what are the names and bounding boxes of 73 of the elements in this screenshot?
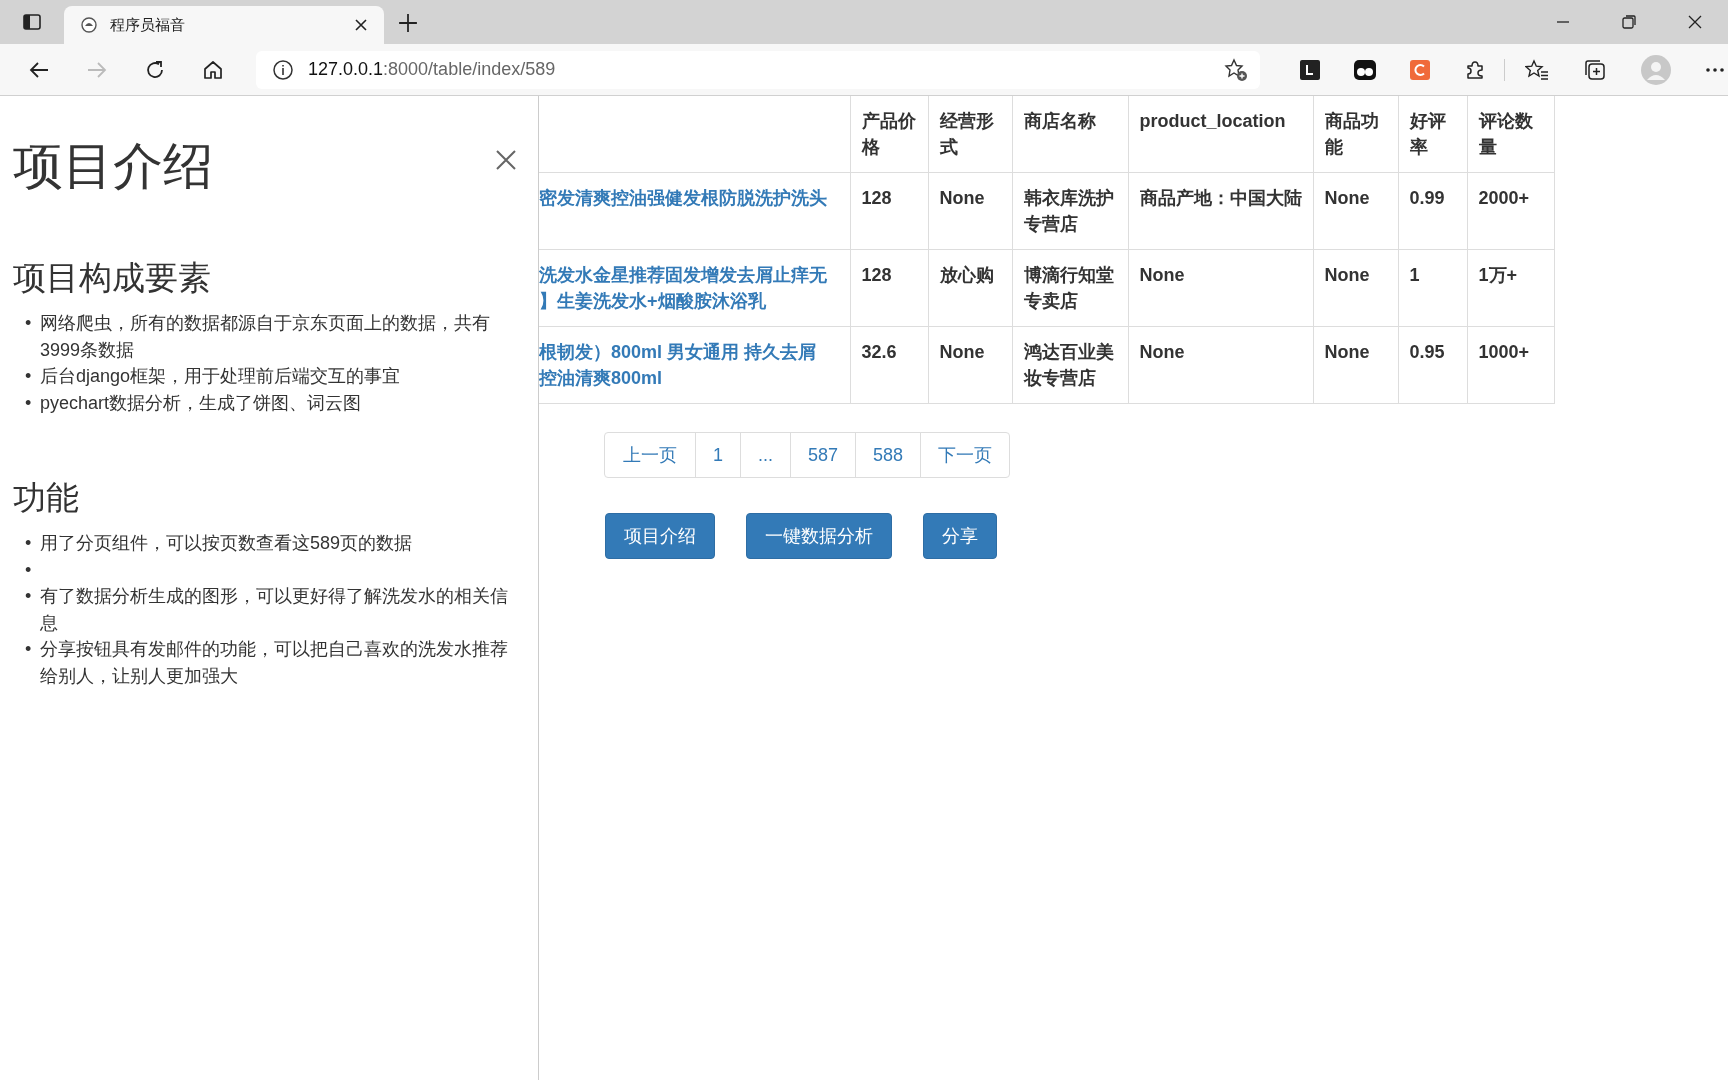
column-header: 好评率 xyxy=(1409,111,1446,157)
table-cell: None xyxy=(1324,342,1370,362)
table-cell: 0.99 xyxy=(1409,188,1445,208)
tab-actions-icon[interactable] xyxy=(22,12,42,32)
table-cell: 128 xyxy=(861,265,892,285)
favicon-icon xyxy=(80,16,98,34)
add-favorite-icon[interactable] xyxy=(1224,57,1248,82)
puzzle-icon[interactable] xyxy=(1464,58,1486,81)
close-icon[interactable] xyxy=(1688,15,1702,29)
bullet: • xyxy=(25,365,33,388)
table-cell: 博滴行知堂专卖店 xyxy=(1023,265,1114,311)
restore-icon[interactable] xyxy=(1622,15,1636,29)
column-header: 产品价格 xyxy=(861,111,916,157)
column-header: 商品功能 xyxy=(1324,111,1379,157)
page-link[interactable]: 上一页 xyxy=(604,432,696,478)
url-text: 127.0.0.1:8000/table/index/589 xyxy=(308,59,557,80)
table-cell: None xyxy=(939,188,985,208)
new-tab-icon[interactable] xyxy=(398,13,418,33)
extension-icon[interactable] xyxy=(1354,59,1376,80)
table-cell: None xyxy=(939,342,985,362)
favorites-icon[interactable] xyxy=(1525,58,1549,81)
table-cell: 2000+ xyxy=(1478,188,1530,208)
close-icon[interactable] xyxy=(354,18,368,32)
table-cell: 32.6 xyxy=(861,342,897,362)
table-cell: 0.95 xyxy=(1409,342,1445,362)
bullet: • xyxy=(25,532,33,555)
bullet: • xyxy=(25,638,33,661)
panel-title: 项目介绍 xyxy=(13,137,213,196)
action-button[interactable]: 一键数据分析 xyxy=(746,513,892,559)
list-item: 有了数据分析生成的图形，可以更好得了解洗发水的相关信息 xyxy=(40,585,509,635)
table-cell: 1万+ xyxy=(1478,265,1518,285)
page-link[interactable]: 588 xyxy=(855,432,922,478)
bullet: • xyxy=(25,312,33,335)
more-icon[interactable] xyxy=(1705,66,1725,73)
table-cell: None xyxy=(1139,342,1185,362)
table-cell: None xyxy=(1324,188,1370,208)
reload-icon xyxy=(144,58,166,81)
table-cell: 韩衣库洗护专营店 xyxy=(1023,188,1114,234)
browser-tab[interactable]: 程序员福音 xyxy=(64,6,384,44)
info-icon[interactable] xyxy=(272,58,294,81)
table-cell: 128 xyxy=(861,188,892,208)
bullet: • xyxy=(25,585,33,608)
table-cell: 放心购 xyxy=(939,265,994,285)
list-item: pyechart数据分析，生成了饼图、词云图 xyxy=(40,391,362,415)
list-item: 用了分页组件，可以按页数查看这589页的数据 xyxy=(40,532,413,555)
extension-icon[interactable] xyxy=(1300,59,1320,80)
table-cell: None xyxy=(1139,265,1185,285)
table-cell: 鸿达百业美妆专营店 xyxy=(1023,342,1114,388)
list-item: 分享按钮具有发邮件的功能，可以把自己喜欢的洗发水推荐给别人，让别人更加强大 xyxy=(40,638,509,688)
table-cell: 1000+ xyxy=(1478,342,1530,362)
address-bar[interactable]: 127.0.0.1:8000/table/index/589 xyxy=(256,50,1260,89)
list-item: 后台django框架，用于处理前后端交互的事宜 xyxy=(40,365,401,388)
collections-icon[interactable] xyxy=(1583,57,1607,82)
section-heading: 项目构成要素 xyxy=(13,258,212,298)
column-header: 经营形式 xyxy=(939,111,994,157)
list-item: 网络爬虫，所有的数据都源自于京东页面上的数据，共有3999条数据 xyxy=(40,312,491,362)
bullet: • xyxy=(25,558,33,582)
action-button[interactable]: 分享 xyxy=(923,513,997,559)
page-link[interactable]: 587 xyxy=(790,432,857,478)
action-button[interactable]: 项目介绍 xyxy=(605,513,715,559)
column-header: 商店名称 xyxy=(1023,111,1096,131)
table-cell: None xyxy=(1324,265,1370,285)
table-cell: 商品产地：中国大陆 xyxy=(1139,188,1302,208)
page-link[interactable]: ... xyxy=(740,432,792,478)
column-header: 评论数量 xyxy=(1478,111,1533,157)
home-icon xyxy=(202,58,224,81)
section-heading: 功能 xyxy=(13,478,80,518)
tab-title: 程序员福音 xyxy=(110,15,186,35)
bullet: • xyxy=(25,391,33,415)
page-link[interactable]: 下一页 xyxy=(920,432,1011,478)
table-cell: 1 xyxy=(1409,265,1420,285)
column-header: product_location xyxy=(1139,111,1286,131)
page-link[interactable]: 1 xyxy=(695,432,741,478)
